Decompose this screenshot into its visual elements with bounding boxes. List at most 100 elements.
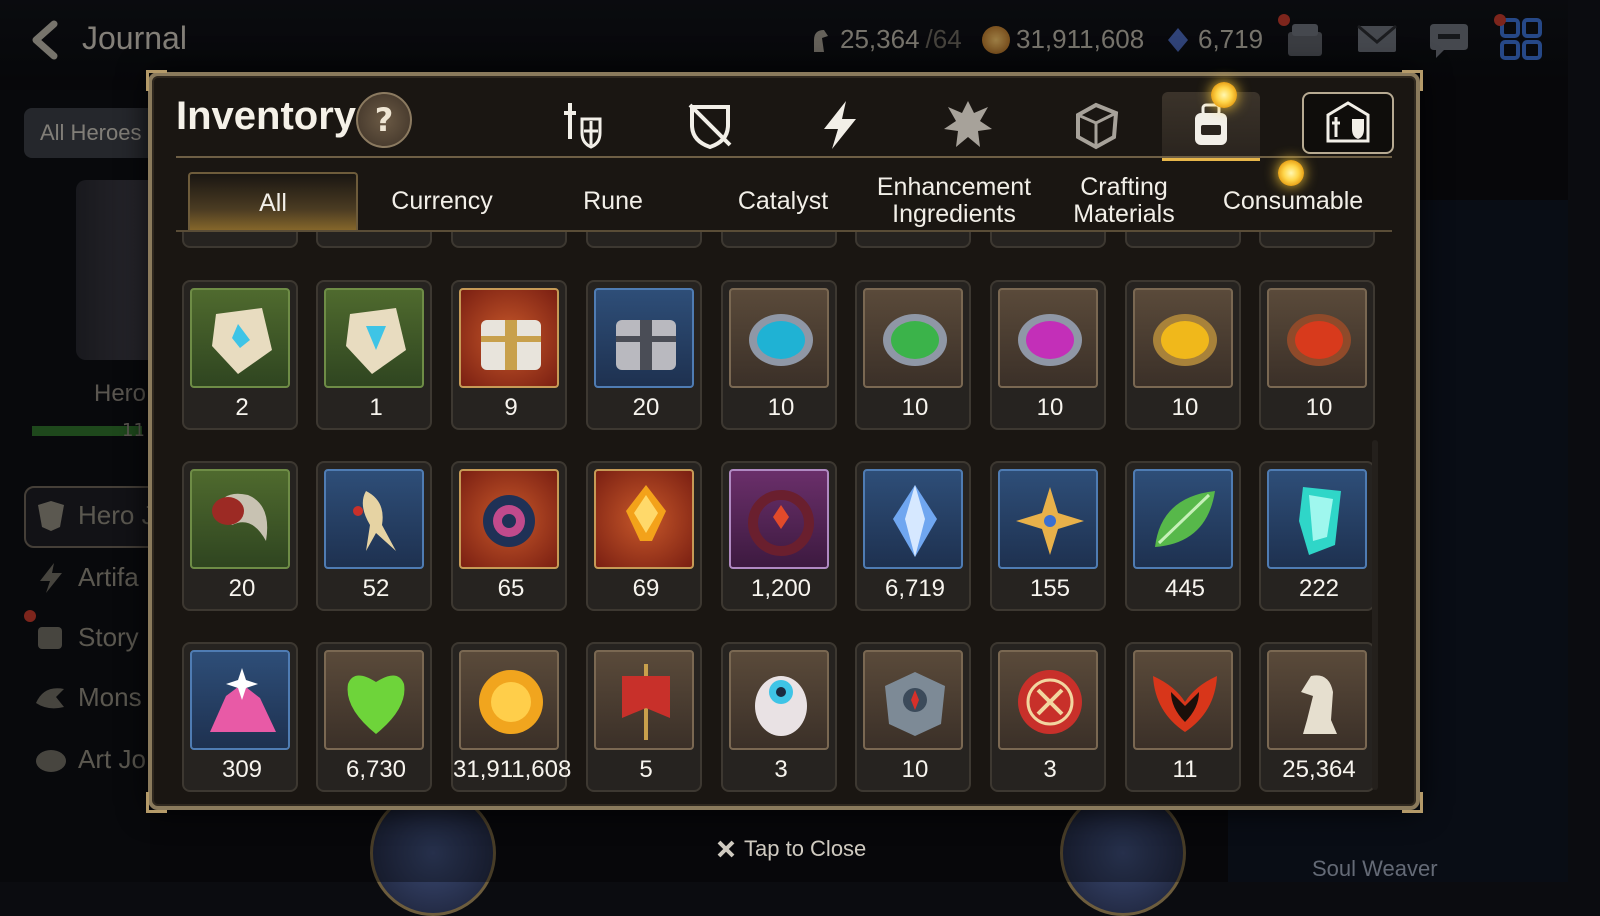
item-quantity: 10	[1171, 394, 1199, 421]
tab-label: Catalyst	[737, 186, 829, 215]
item-artwork	[998, 650, 1098, 750]
inventory-slot[interactable]: 10	[855, 280, 971, 430]
tab-hero-equipment[interactable]	[532, 92, 632, 158]
item-quantity: 1	[369, 394, 383, 421]
item-quantity: 155	[1029, 575, 1071, 602]
inventory-scrollbar[interactable]	[1372, 440, 1378, 790]
inventory-slot[interactable]: 2	[182, 280, 298, 430]
flame-crystal-icon	[626, 485, 666, 541]
item-artwork	[190, 288, 290, 388]
item-artwork	[1133, 288, 1233, 388]
inventory-slot-partial[interactable]	[1259, 232, 1375, 248]
tab-materials-box[interactable]	[1046, 92, 1146, 158]
inventory-slot[interactable]: 222	[1259, 461, 1375, 611]
item-artwork	[594, 650, 694, 750]
tab-enhancement-ingredients[interactable]: Enhancement Ingredients	[866, 172, 1042, 230]
inventory-slot-partial[interactable]	[855, 232, 971, 248]
inventory-slot[interactable]: 10	[1259, 280, 1375, 430]
tab-crafting-materials[interactable]: Crafting Materials	[1056, 172, 1192, 230]
inventory-slot[interactable]: 1	[316, 280, 432, 430]
yellow-charm-icon	[1153, 314, 1217, 366]
gold-coin-icon	[479, 670, 543, 734]
new-item-indicator	[1211, 82, 1237, 108]
inventory-slot-partial[interactable]	[182, 232, 298, 248]
inventory-slot[interactable]: 10	[1125, 280, 1241, 430]
item-quantity: 222	[1298, 575, 1340, 602]
tab-artifacts[interactable]	[790, 92, 890, 158]
inventory-slot[interactable]: 31,911,608	[451, 642, 571, 792]
seal-badge-icon	[1018, 670, 1082, 734]
star-pendant-icon	[1016, 487, 1084, 555]
new-item-indicator	[1278, 160, 1304, 186]
inventory-slot[interactable]: 25,364	[1259, 642, 1375, 792]
item-artwork	[459, 650, 559, 750]
storage-icon	[1326, 101, 1370, 143]
inventory-slot[interactable]: 10	[990, 280, 1106, 430]
inventory-slot[interactable]: 309	[182, 642, 298, 792]
tab-sell-equipment[interactable]	[660, 92, 760, 158]
item-quantity: 10	[901, 394, 929, 421]
inventory-slot-partial[interactable]	[990, 232, 1106, 248]
inventory-slot[interactable]: 3	[721, 642, 837, 792]
crystal-icon	[893, 485, 937, 557]
frame-corner	[1402, 70, 1423, 91]
hero-equip-icon	[564, 103, 602, 149]
item-artwork	[863, 288, 963, 388]
green-charm-icon	[883, 314, 947, 366]
inventory-slot[interactable]: 3	[990, 642, 1106, 792]
tab-rune[interactable]: Rune	[540, 172, 686, 230]
tab-storage[interactable]	[1302, 92, 1394, 154]
inventory-slot[interactable]: 1,200	[721, 461, 837, 611]
flower-ring-icon	[748, 490, 814, 556]
tab-all[interactable]: All	[188, 172, 358, 232]
item-artwork	[190, 650, 290, 750]
item-artwork	[324, 650, 424, 750]
item-quantity: 20	[632, 394, 660, 421]
inventory-grid[interactable]: 2 1 9 20 10 10 10 10 10 20 52 65 69 1,200 6,719 155 445 2…	[168, 232, 1390, 792]
item-quantity: 1,200	[750, 575, 812, 602]
inventory-slot-partial[interactable]	[1125, 232, 1241, 248]
inventory-slot[interactable]: 20	[586, 280, 702, 430]
tab-label: All	[259, 188, 287, 217]
item-quantity: 3	[1043, 756, 1057, 783]
tab-label: Crafting Materials	[1073, 173, 1175, 228]
dice-box-icon	[1076, 102, 1119, 150]
inventory-slot-partial[interactable]	[316, 232, 432, 248]
inventory-slot[interactable]: 10	[721, 280, 837, 430]
tab-enhancement[interactable]	[918, 92, 1018, 158]
artifact-icon	[824, 101, 856, 149]
inventory-slot-partial[interactable]	[451, 232, 567, 248]
item-artwork	[459, 469, 559, 569]
inventory-slot[interactable]: 65	[451, 461, 567, 611]
tab-label: Consumable	[1222, 186, 1364, 215]
inventory-slot[interactable]: 20	[182, 461, 298, 611]
enhance-icon	[944, 101, 992, 147]
inventory-slot-partial[interactable]	[721, 232, 837, 248]
tab-catalyst[interactable]: Catalyst	[704, 172, 862, 230]
item-artwork	[459, 288, 559, 388]
blue-charm-icon	[749, 314, 813, 366]
rune-stone-icon	[212, 308, 272, 374]
banner-icon	[622, 664, 670, 740]
inventory-slot[interactable]: 445	[1125, 461, 1241, 611]
item-quantity: 25,364	[1282, 756, 1356, 783]
inventory-slot[interactable]: 69	[586, 461, 702, 611]
tab-consumables-bag[interactable]	[1162, 92, 1260, 161]
item-quantity: 10	[901, 756, 929, 783]
inventory-slot-partial[interactable]	[586, 232, 702, 248]
item-quantity: 445	[1164, 575, 1206, 602]
tap-to-close-button[interactable]: Tap to Close	[716, 836, 866, 862]
item-quantity: 309	[221, 756, 263, 783]
tab-currency[interactable]: Currency	[364, 172, 520, 230]
inventory-slot[interactable]: 5	[586, 642, 702, 792]
inventory-slot[interactable]: 52	[316, 461, 432, 611]
help-button[interactable]: ?	[356, 92, 412, 148]
inventory-slot[interactable]: 6,730	[316, 642, 432, 792]
inventory-slot[interactable]: 10	[855, 642, 971, 792]
inventory-slot[interactable]: 6,719	[855, 461, 971, 611]
inventory-slot[interactable]: 9	[451, 280, 567, 430]
item-artwork	[863, 650, 963, 750]
inventory-slot[interactable]: 11	[1125, 642, 1241, 792]
frame-corner	[146, 70, 167, 91]
inventory-slot[interactable]: 155	[990, 461, 1106, 611]
